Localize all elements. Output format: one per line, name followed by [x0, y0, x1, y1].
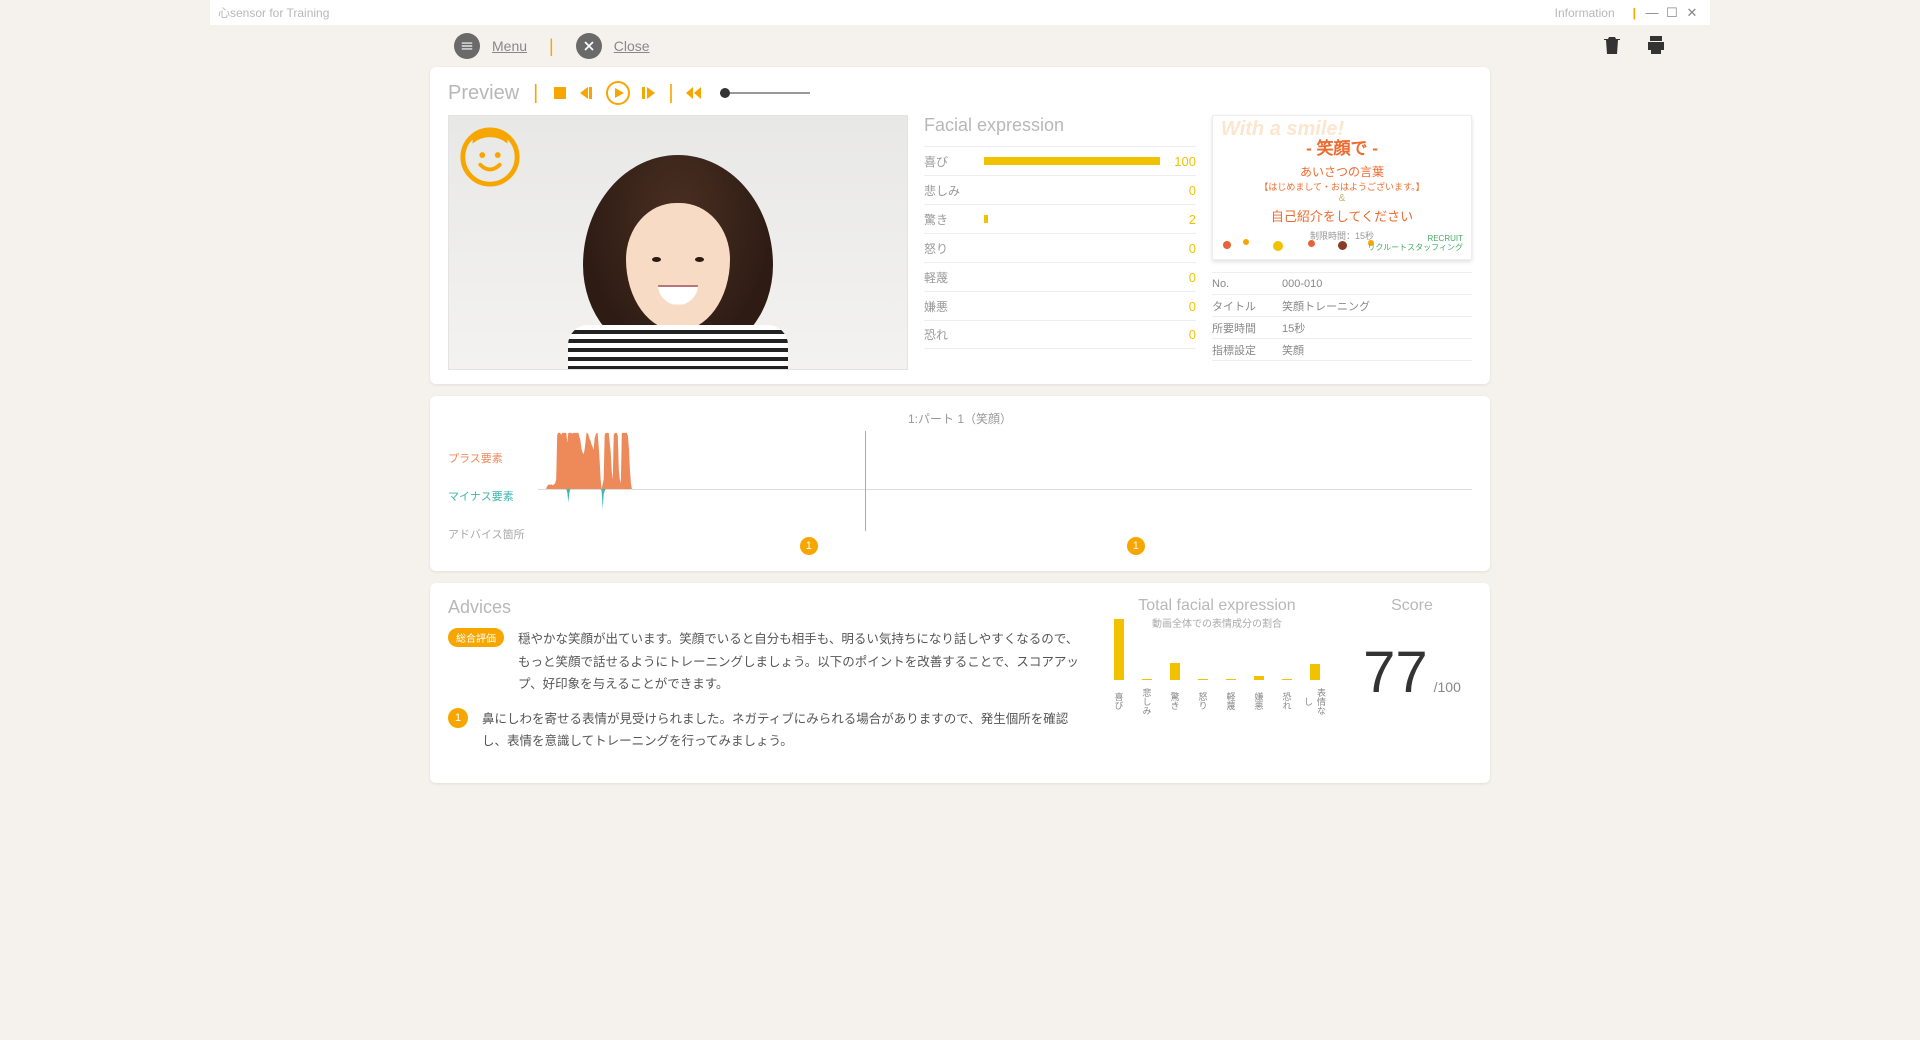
preview-card: Preview | |	[430, 67, 1490, 384]
person-image	[583, 155, 773, 355]
smile-status-icon	[459, 126, 521, 188]
score-title: Score	[1352, 597, 1472, 615]
total-expression-panel: Total facial expression 動画全体での表情成分の割合 喜び…	[1102, 597, 1332, 765]
advices-card: Advices 総合評価 穏やかな笑顔が出ています。笑顔でいると自分も相手も、明…	[430, 583, 1490, 783]
expression-row: 喜び 100	[924, 146, 1196, 175]
expression-row: 恐れ 0	[924, 320, 1196, 349]
scenario-card: With a smile! - 笑顔で - あいさつの言葉 【はじめまして・おは…	[1212, 115, 1472, 260]
meta-row: 所要時間15秒	[1212, 317, 1472, 339]
rewind-button[interactable]	[684, 86, 704, 100]
video-preview	[448, 115, 908, 370]
score-value: 77	[1363, 640, 1428, 705]
close-link[interactable]: Close	[614, 38, 650, 54]
timeline-chart[interactable]: 11	[538, 431, 1472, 561]
timeline-label-positive: プラス要素	[448, 450, 538, 466]
total-bar: 嫌悪	[1250, 676, 1268, 718]
close-window-button[interactable]: ✕	[1682, 5, 1702, 21]
total-bar: 喜び	[1110, 619, 1128, 718]
close-icon[interactable]	[576, 33, 602, 59]
facial-expression-title: Facial expression	[924, 115, 1196, 136]
score-denominator: /100	[1434, 679, 1461, 695]
minimize-button[interactable]: —	[1642, 5, 1662, 20]
brand-logo: RECRUIT リクルートスタッフィング	[1367, 235, 1463, 253]
menu-icon[interactable]	[454, 33, 480, 59]
timeline-card: 1:パート 1（笑顔） プラス要素 マイナス要素 アドバイス箇所 11	[430, 396, 1490, 571]
meta-row: No.000-010	[1212, 273, 1472, 295]
titlebar: 心sensor for Training Information | — ☐ ✕	[210, 0, 1710, 25]
meta-row: 指標設定笑顔	[1212, 339, 1472, 361]
score-panel: Score 77/100	[1352, 597, 1472, 765]
playback-controls: |	[552, 81, 809, 105]
advice-marker[interactable]: 1	[800, 537, 818, 555]
preview-title: Preview	[448, 82, 519, 105]
total-bar: 怒り	[1194, 679, 1212, 718]
print-icon[interactable]	[1644, 33, 1668, 60]
menubar: Menu | Close	[210, 25, 1710, 67]
step-back-button[interactable]	[578, 85, 596, 101]
stop-button[interactable]	[552, 85, 568, 101]
maximize-button[interactable]: ☐	[1662, 5, 1682, 21]
scenario-meta: No.000-010タイトル笑顔トレーニング所要時間15秒指標設定笑顔	[1212, 272, 1472, 361]
advice-item: 1鼻にしわを寄せる表情が見受けられました。ネガティブにみられる場合がありますので…	[448, 708, 1082, 753]
information-link[interactable]: Information	[1555, 6, 1615, 20]
trash-icon[interactable]	[1600, 33, 1624, 60]
total-bar: 悲しみ	[1138, 679, 1156, 718]
menu-link[interactable]: Menu	[492, 38, 527, 54]
overall-evaluation-badge: 総合評価	[448, 628, 504, 647]
timeline-title: 1:パート 1（笑顔）	[448, 410, 1472, 427]
total-expression-subtitle: 動画全体での表情成分の割合	[1102, 615, 1332, 630]
timeline-label-advice: アドバイス箇所	[448, 526, 538, 542]
advices-title: Advices	[448, 597, 1082, 618]
advice-marker[interactable]: 1	[1127, 537, 1145, 555]
step-forward-button[interactable]	[640, 85, 658, 101]
total-bar: 表情なし	[1306, 664, 1324, 718]
timeline-playhead[interactable]	[865, 431, 866, 531]
play-button[interactable]	[606, 81, 630, 105]
expression-row: 嫌悪 0	[924, 291, 1196, 320]
expression-row: 軽蔑 0	[924, 262, 1196, 291]
total-expression-title: Total facial expression	[1102, 597, 1332, 615]
overall-evaluation-text: 穏やかな笑顔が出ています。笑顔でいると自分も相手も、明るい気持ちになり話しやすく…	[518, 628, 1082, 696]
meta-row: タイトル笑顔トレーニング	[1212, 295, 1472, 317]
app-title: 心sensor for Training	[218, 4, 329, 21]
facial-expression-panel: Facial expression 喜び 100悲しみ 0驚き 2怒り 0軽蔑 …	[924, 115, 1196, 370]
total-expression-chart: 喜び悲しみ驚き怒り軽蔑嫌悪恐れ表情なし	[1102, 638, 1332, 718]
total-bar: 驚き	[1166, 663, 1184, 719]
seek-slider[interactable]	[720, 92, 810, 94]
expression-row: 怒り 0	[924, 233, 1196, 262]
expression-row: 悲しみ 0	[924, 175, 1196, 204]
total-bar: 軽蔑	[1222, 679, 1240, 718]
total-bar: 恐れ	[1278, 679, 1296, 718]
timeline-label-negative: マイナス要素	[448, 488, 538, 504]
expression-row: 驚き 2	[924, 204, 1196, 233]
